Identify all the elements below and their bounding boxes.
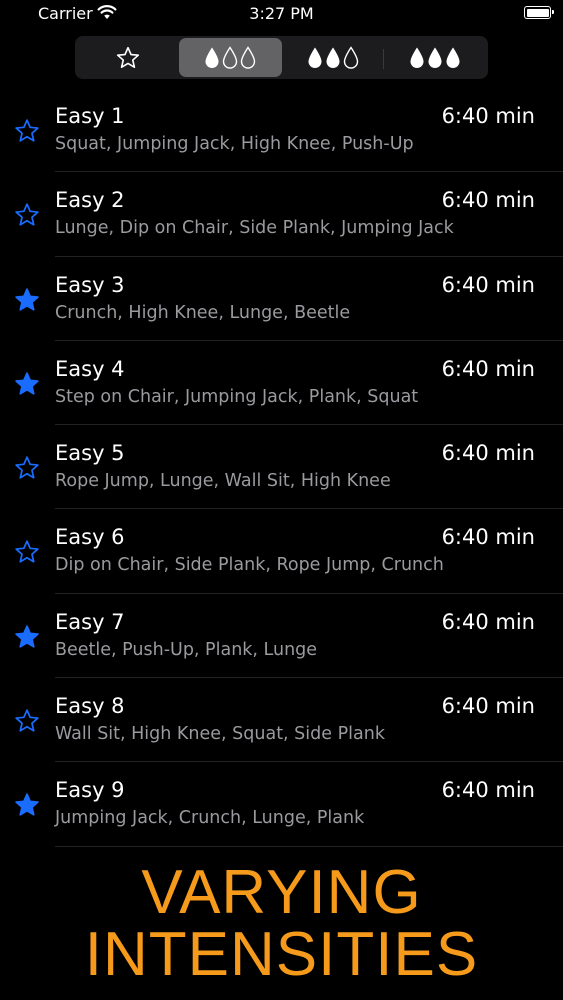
workout-exercises: Crunch, High Knee, Lunge, Beetle — [55, 302, 351, 323]
status-time: 3:27 PM — [249, 4, 314, 23]
droplet-1-of-3-icon — [204, 45, 256, 70]
segment-medium[interactable] — [282, 38, 385, 77]
workout-duration: 6:40 min — [441, 778, 535, 803]
star-filled-icon[interactable] — [14, 792, 40, 818]
workout-duration: 6:40 min — [441, 525, 535, 550]
star-filled-icon[interactable] — [14, 287, 40, 313]
workout-duration: 6:40 min — [441, 694, 535, 719]
workout-row[interactable]: Easy 7 6:40 min Beetle, Push-Up, Plank, … — [0, 594, 563, 679]
tagline-line-1: VARYING — [141, 858, 422, 927]
workout-title: Easy 3 — [55, 272, 125, 297]
workout-row[interactable]: Easy 3 6:40 min Crunch, High Knee, Lunge… — [0, 257, 563, 342]
workout-row[interactable]: Easy 1 6:40 min Squat, Jumping Jack, Hig… — [0, 88, 563, 173]
workout-exercises: Jumping Jack, Crunch, Lunge, Plank — [55, 808, 365, 829]
segment-favorites[interactable] — [77, 38, 179, 77]
star-outline-icon[interactable] — [14, 455, 40, 481]
workout-exercises: Dip on Chair, Side Plank, Rope Jump, Cru… — [55, 555, 444, 576]
workout-title: Easy 6 — [55, 525, 125, 550]
workout-row[interactable]: Easy 4 6:40 min Step on Chair, Jumping J… — [0, 341, 563, 426]
battery-icon — [524, 6, 554, 19]
tagline-line-2: INTENSITIES — [84, 920, 479, 989]
workout-row[interactable]: Easy 8 6:40 min Wall Sit, High Knee, Squ… — [0, 678, 563, 763]
droplet-2-of-3-icon — [307, 45, 359, 70]
workout-title: Easy 9 — [55, 778, 125, 803]
status-bar: Carrier 3:27 PM — [0, 0, 563, 30]
star-outline-icon[interactable] — [14, 202, 40, 228]
workout-title: Easy 7 — [55, 609, 125, 634]
workout-duration: 6:40 min — [441, 272, 535, 297]
workout-duration: 6:40 min — [441, 441, 535, 466]
workout-row[interactable]: Easy 6 6:40 min Dip on Chair, Side Plank… — [0, 509, 563, 595]
workout-exercises: Step on Chair, Jumping Jack, Plank, Squa… — [55, 386, 419, 407]
star-outline-icon[interactable] — [14, 708, 40, 734]
star-outline-icon — [117, 46, 140, 68]
workout-row[interactable]: Easy 9 6:40 min Jumping Jack, Crunch, Lu… — [0, 762, 563, 847]
workout-duration: 6:40 min — [441, 609, 535, 634]
workout-title: Easy 2 — [55, 188, 125, 213]
workout-row[interactable]: Easy 5 6:40 min Rope Jump, Lunge, Wall S… — [0, 425, 563, 510]
workout-duration: 6:40 min — [441, 356, 535, 381]
promo-tagline: VARYING INTENSITIES — [0, 862, 563, 986]
workout-exercises: Wall Sit, High Knee, Squat, Side Plank — [55, 724, 385, 745]
workout-title: Easy 5 — [55, 441, 125, 466]
workout-exercises: Lunge, Dip on Chair, Side Plank, Jumping… — [55, 218, 454, 239]
workout-duration: 6:40 min — [441, 104, 535, 128]
segment-easy[interactable] — [179, 38, 282, 77]
workout-title: Easy 4 — [55, 356, 125, 381]
workout-row[interactable]: Easy 2 6:40 min Lunge, Dip on Chair, Sid… — [0, 172, 563, 257]
star-outline-icon[interactable] — [14, 118, 40, 144]
segment-hard[interactable] — [384, 38, 486, 77]
workout-title: Easy 1 — [55, 104, 125, 128]
star-outline-icon[interactable] — [14, 539, 40, 565]
star-filled-icon[interactable] — [14, 371, 40, 397]
workout-title: Easy 8 — [55, 694, 125, 719]
star-filled-icon[interactable] — [14, 624, 40, 650]
workout-exercises: Rope Jump, Lunge, Wall Sit, High Knee — [55, 471, 391, 492]
workout-list: Easy 1 6:40 min Squat, Jumping Jack, Hig… — [0, 88, 563, 847]
workout-exercises: Beetle, Push-Up, Plank, Lunge — [55, 639, 318, 660]
workout-duration: 6:40 min — [441, 188, 535, 213]
droplet-3-of-3-icon — [409, 46, 461, 70]
intensity-filter — [75, 36, 488, 79]
workout-exercises: Squat, Jumping Jack, High Knee, Push-Up — [55, 134, 414, 154]
